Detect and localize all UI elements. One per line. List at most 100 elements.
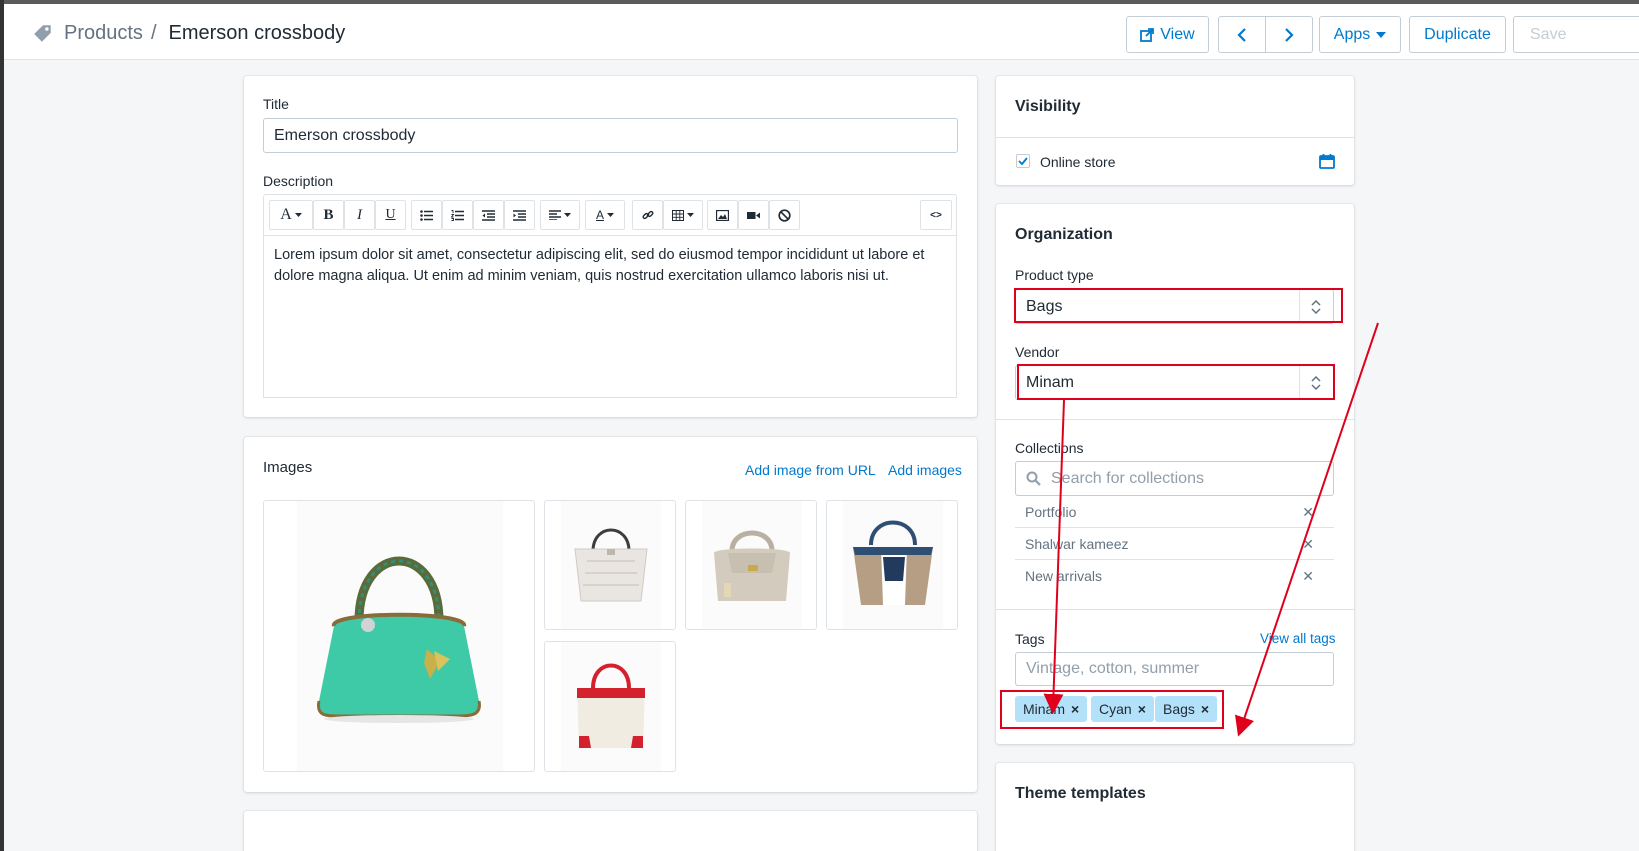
collection-name: Shalwar kameez bbox=[1025, 535, 1129, 552]
description-editor[interactable]: Lorem ipsum dolor sit amet, consectetur … bbox=[263, 235, 957, 398]
insert-image-button[interactable] bbox=[707, 200, 738, 230]
outdent-icon bbox=[482, 209, 495, 221]
add-images-link[interactable]: Add images bbox=[888, 462, 962, 478]
collection-name: Portfolio bbox=[1025, 503, 1077, 520]
title-input[interactable]: Emerson crossbody bbox=[263, 118, 958, 153]
numbered-list-icon bbox=[451, 209, 464, 221]
white-tote-image bbox=[574, 528, 648, 602]
calendar-icon[interactable] bbox=[1319, 153, 1335, 169]
product-image-2[interactable] bbox=[544, 500, 676, 630]
search-icon bbox=[1026, 471, 1041, 486]
align-left-icon bbox=[549, 210, 561, 220]
underline-icon: U bbox=[385, 207, 396, 222]
remove-collection-icon[interactable]: ✕ bbox=[1302, 536, 1314, 553]
caret-down-icon bbox=[1376, 31, 1387, 38]
product-details-card: Title Emerson crossbody Description A B … bbox=[244, 76, 977, 417]
numbered-list-button[interactable] bbox=[442, 200, 473, 230]
organization-divider-1 bbox=[996, 419, 1354, 420]
annotation-box-vendor bbox=[1017, 364, 1335, 400]
show-html-button[interactable]: <> bbox=[920, 200, 952, 230]
indent-icon bbox=[513, 209, 526, 221]
duplicate-button[interactable]: Duplicate bbox=[1409, 16, 1506, 53]
insert-video-button[interactable] bbox=[738, 200, 769, 230]
collections-search-input[interactable]: Search for collections bbox=[1015, 461, 1334, 496]
save-button[interactable]: Save bbox=[1513, 16, 1639, 53]
italic-button[interactable]: I bbox=[344, 200, 375, 230]
annotation-box-product-type bbox=[1014, 288, 1343, 323]
collection-item: New arrivals ✕ bbox=[1015, 560, 1334, 592]
external-link-icon bbox=[1140, 27, 1155, 42]
description-text: Lorem ipsum dolor sit amet, consectetur … bbox=[274, 247, 925, 284]
tag-icon bbox=[34, 24, 51, 42]
insert-table-button[interactable] bbox=[663, 200, 703, 230]
organization-card: Organization Product type Bags Vendor Mi… bbox=[996, 204, 1354, 744]
align-dropdown-button[interactable] bbox=[540, 200, 580, 230]
remove-collection-icon[interactable]: ✕ bbox=[1302, 504, 1314, 521]
text-color-dropdown-button[interactable]: A bbox=[585, 200, 625, 230]
underline-button[interactable]: U bbox=[375, 200, 406, 230]
teal-handbag-image bbox=[316, 556, 481, 723]
caret-down-icon bbox=[687, 213, 694, 217]
description-label: Description bbox=[263, 173, 334, 189]
title-label: Title bbox=[263, 96, 289, 112]
font-format-button[interactable]: A bbox=[269, 200, 313, 230]
previous-product-button[interactable] bbox=[1218, 16, 1266, 53]
title-input-value: Emerson crossbody bbox=[274, 126, 416, 144]
product-image-main[interactable] bbox=[263, 500, 535, 772]
view-all-tags-link[interactable]: View all tags bbox=[1260, 631, 1336, 646]
images-title: Images bbox=[263, 459, 313, 476]
apps-button-label: Apps bbox=[1333, 25, 1371, 43]
visibility-card: Visibility Online store bbox=[996, 76, 1354, 185]
organization-title: Organization bbox=[1015, 226, 1113, 243]
apps-dropdown-button[interactable]: Apps bbox=[1319, 16, 1401, 53]
collections-search-placeholder: Search for collections bbox=[1051, 469, 1204, 487]
window-left-edge bbox=[0, 0, 4, 851]
breadcrumb-products-link[interactable]: Products bbox=[64, 22, 143, 45]
product-image-5[interactable] bbox=[544, 641, 676, 772]
tags-label: Tags bbox=[1015, 631, 1045, 647]
organization-divider-2 bbox=[996, 609, 1354, 610]
caret-down-icon bbox=[607, 213, 614, 217]
image-icon bbox=[716, 209, 729, 221]
tags-input[interactable]: Vintage, cotton, summer bbox=[1015, 652, 1334, 686]
vendor-label: Vendor bbox=[1015, 344, 1060, 360]
product-image-3[interactable] bbox=[685, 500, 817, 630]
remove-collection-icon[interactable]: ✕ bbox=[1302, 568, 1314, 585]
outdent-button[interactable] bbox=[473, 200, 504, 230]
product-image-4[interactable] bbox=[826, 500, 958, 630]
visibility-divider bbox=[996, 137, 1354, 138]
video-icon bbox=[747, 211, 760, 219]
link-icon bbox=[641, 210, 654, 220]
view-button-label: View bbox=[1160, 25, 1195, 43]
insert-link-button[interactable] bbox=[632, 200, 663, 230]
product-type-label: Product type bbox=[1015, 267, 1094, 283]
visibility-title: Visibility bbox=[1015, 98, 1081, 115]
code-icon: <> bbox=[930, 209, 942, 221]
breadcrumb: Products / Emerson crossbody bbox=[32, 22, 345, 45]
text-color-icon: A bbox=[595, 208, 604, 222]
chevron-left-icon bbox=[1237, 27, 1246, 42]
beige-satchel-image bbox=[714, 530, 790, 601]
bold-icon: B bbox=[323, 206, 334, 223]
view-button[interactable]: View bbox=[1126, 16, 1209, 53]
caret-down-icon bbox=[564, 213, 571, 217]
indent-button[interactable] bbox=[504, 200, 535, 230]
bold-button[interactable]: B bbox=[313, 200, 344, 230]
checkmark-icon bbox=[1018, 157, 1028, 166]
next-card-partial bbox=[244, 811, 977, 851]
red-white-tote-image bbox=[577, 663, 645, 748]
navy-tote-image bbox=[853, 520, 933, 605]
online-store-checkbox[interactable] bbox=[1016, 154, 1030, 168]
clear-formatting-button[interactable] bbox=[769, 200, 800, 230]
table-icon bbox=[672, 209, 684, 221]
top-bar: Products / Emerson crossbody View Apps D… bbox=[4, 0, 1639, 60]
collections-label: Collections bbox=[1015, 440, 1084, 456]
add-image-from-url-link[interactable]: Add image from URL bbox=[745, 462, 876, 478]
bullet-list-icon bbox=[420, 209, 433, 221]
next-product-button[interactable] bbox=[1265, 16, 1313, 53]
images-card: Images Add image from URL Add images bbox=[244, 437, 977, 792]
collection-name: New arrivals bbox=[1025, 568, 1103, 584]
duplicate-button-label: Duplicate bbox=[1424, 25, 1491, 43]
bulleted-list-button[interactable] bbox=[411, 200, 442, 230]
collection-item: Portfolio ✕ bbox=[1015, 496, 1334, 528]
